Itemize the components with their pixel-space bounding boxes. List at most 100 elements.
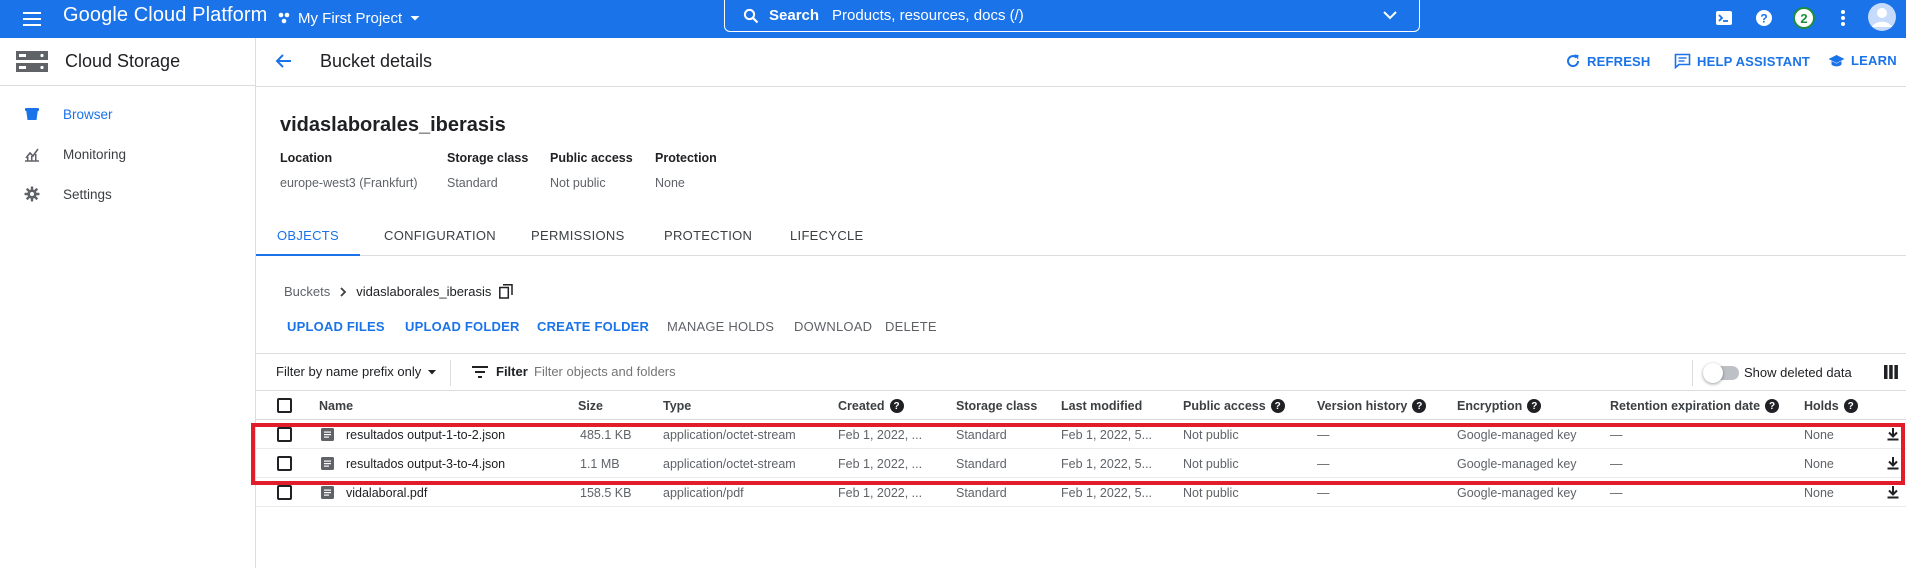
meta-label: Protection (655, 151, 717, 165)
copy-icon[interactable] (499, 284, 514, 299)
column-header-holds[interactable]: Holds ? (1804, 399, 1858, 413)
page-title: Bucket details (320, 51, 433, 71)
cell-retention: — (1610, 486, 1623, 500)
back-arrow-icon[interactable] (274, 51, 294, 71)
cell-size: 485.1 KB (580, 428, 632, 442)
product-brand[interactable]: Google Cloud Platform (63, 4, 267, 27)
meta-value: Not public (550, 176, 606, 190)
bucket-name: vidaslaborales_iberasis (280, 114, 506, 136)
filter-prefix-select[interactable]: Filter by name prefix only (276, 364, 437, 379)
cell-size: 158.5 KB (580, 486, 632, 500)
delete-button[interactable]: DELETE (885, 319, 937, 334)
cloud-shell-icon[interactable] (1711, 5, 1737, 31)
filter-button[interactable]: Filter (472, 364, 528, 379)
meta-location: Location europe-west3 (Frankfurt) (280, 151, 418, 190)
column-display-options-icon[interactable] (1884, 365, 1898, 379)
tab-configuration[interactable]: CONFIGURATION (384, 214, 496, 256)
object-name-link[interactable]: resultados output-1-to-2.json (346, 428, 505, 442)
account-avatar-icon[interactable] (1866, 1, 1898, 33)
column-header-public-access[interactable]: Public access ? (1183, 399, 1285, 413)
column-header-created[interactable]: Created ? (838, 399, 904, 413)
help-assistant-button[interactable]: HELP ASSISTANT (1674, 53, 1810, 69)
download-icon[interactable] (1886, 427, 1900, 441)
hamburger-menu-icon[interactable] (20, 7, 44, 31)
help-tooltip-icon[interactable]: ? (1270, 399, 1285, 413)
table-row[interactable]: resultados output-1-to-2.json 485.1 KB a… (256, 420, 1906, 449)
divider (1692, 360, 1693, 386)
filter-label: Filter (496, 364, 528, 379)
manage-holds-button[interactable]: MANAGE HOLDS (667, 319, 774, 334)
cell-encryption: Google-managed key (1457, 457, 1577, 471)
filter-bar: Filter by name prefix only Filter Show d… (256, 353, 1906, 391)
tab-permissions[interactable]: PERMISSIONS (531, 214, 625, 256)
project-name: My First Project (298, 9, 403, 27)
tab-lifecycle[interactable]: LIFECYCLE (790, 214, 864, 256)
column-header-retention-expiration-date[interactable]: Retention expiration date ? (1610, 399, 1780, 413)
left-navigation: Cloud Storage Browser Monitoring Setting… (0, 38, 256, 568)
filter-objects-input[interactable] (534, 364, 1334, 379)
column-header-type[interactable]: Type (663, 399, 691, 413)
project-icon (277, 11, 291, 25)
download-icon[interactable] (1886, 456, 1900, 470)
help-icon[interactable]: ? (1751, 5, 1777, 31)
column-header-name[interactable]: Name (319, 399, 353, 413)
help-tooltip-icon[interactable]: ? (1412, 399, 1427, 413)
create-folder-button[interactable]: CREATE FOLDER (537, 319, 649, 334)
row-checkbox[interactable] (277, 485, 292, 500)
help-tooltip-icon[interactable]: ? (1527, 399, 1542, 413)
cell-type: application/octet-stream (663, 457, 796, 471)
select-all-checkbox[interactable] (277, 398, 292, 413)
cell-created: Feb 1, 2022, ... (838, 486, 923, 500)
filter-prefix-label: Filter by name prefix only (276, 364, 422, 379)
meta-label: Public access (550, 151, 633, 165)
row-checkbox[interactable] (277, 427, 292, 442)
filter-icon (472, 365, 488, 378)
table-row[interactable]: vidalaboral.pdf 158.5 KB application/pdf… (256, 478, 1906, 507)
object-name-link[interactable]: vidalaboral.pdf (346, 486, 427, 500)
notifications-button[interactable]: 2 (1791, 5, 1817, 31)
file-icon (321, 428, 334, 441)
breadcrumb: Buckets vidaslaborales_iberasis (284, 284, 514, 299)
tab-protection[interactable]: PROTECTION (664, 214, 752, 256)
search-expand-chevron-icon[interactable] (1381, 6, 1399, 24)
meta-value: None (655, 176, 685, 190)
tab-objects[interactable]: OBJECTS (256, 214, 360, 256)
monitoring-icon (24, 146, 40, 162)
more-options-icon[interactable] (1830, 5, 1856, 31)
column-header-last-modified[interactable]: Last modified (1061, 399, 1142, 413)
divider (450, 360, 451, 386)
project-selector[interactable]: My First Project (277, 5, 421, 31)
refresh-button[interactable]: REFRESH (1565, 53, 1651, 69)
nav-item-settings[interactable]: Settings (0, 174, 255, 214)
help-tooltip-icon[interactable]: ? (889, 399, 904, 413)
column-header-label: Version history (1317, 399, 1408, 413)
object-name-link[interactable]: resultados output-3-to-4.json (346, 457, 505, 471)
top-app-bar: Google Cloud Platform My First Project S… (0, 0, 1906, 38)
nav-item-monitoring[interactable]: Monitoring (0, 134, 255, 174)
search-bar[interactable]: Search Products, resources, docs (/) (724, 0, 1420, 32)
column-header-encryption[interactable]: Encryption ? (1457, 399, 1542, 413)
upload-files-button[interactable]: UPLOAD FILES (287, 319, 385, 334)
help-tooltip-icon[interactable]: ? (1765, 399, 1780, 413)
column-header-storage-class[interactable]: Storage class (956, 399, 1037, 413)
column-header-version-history[interactable]: Version history ? (1317, 399, 1427, 413)
meta-public-access: Public access Not public (550, 151, 633, 190)
show-deleted-toggle[interactable] (1703, 363, 1739, 383)
file-icon (321, 486, 334, 499)
svg-text:?: ? (1760, 12, 1767, 26)
learn-button[interactable]: LEARN (1828, 53, 1897, 68)
help-tooltip-icon[interactable]: ? (1843, 399, 1858, 413)
nav-item-browser[interactable]: Browser (0, 94, 255, 134)
nav-header: Cloud Storage (0, 38, 255, 86)
show-deleted-label: Show deleted data (1744, 365, 1852, 380)
download-icon[interactable] (1886, 485, 1900, 499)
breadcrumb-buckets-link[interactable]: Buckets (284, 284, 330, 299)
upload-folder-button[interactable]: UPLOAD FOLDER (405, 319, 520, 334)
table-row[interactable]: resultados output-3-to-4.json 1.1 MB app… (256, 449, 1906, 478)
column-header-size[interactable]: Size (578, 399, 603, 413)
cell-encryption: Google-managed key (1457, 428, 1577, 442)
column-header-label: Holds (1804, 399, 1839, 413)
download-button[interactable]: DOWNLOAD (794, 319, 872, 334)
cell-storage-class: Standard (956, 428, 1007, 442)
row-checkbox[interactable] (277, 456, 292, 471)
